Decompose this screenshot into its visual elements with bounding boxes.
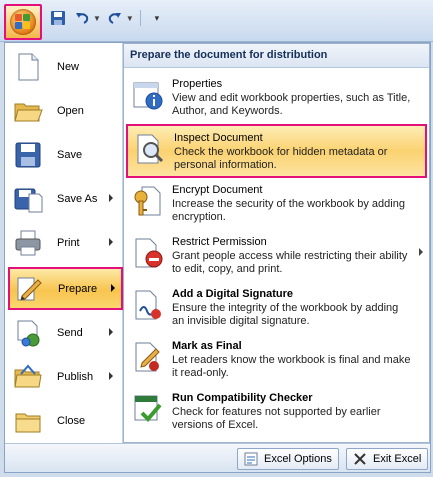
office-menu-footer: Excel Options Exit Excel [5, 443, 430, 472]
encrypt-key-icon [132, 185, 164, 217]
menu-item-label: Print [57, 237, 80, 249]
submenu-item-properties[interactable]: Properties View and edit workbook proper… [128, 72, 425, 122]
panel-header: Prepare the document for distribution [124, 44, 429, 68]
quick-access-toolbar: ▼ ▼ ▾ [0, 0, 433, 42]
submenu-item-restrict-permission[interactable]: Restrict Permission Grant people access … [128, 230, 425, 280]
submenu-arrow-icon [109, 328, 113, 336]
new-document-icon [13, 52, 43, 82]
submenu-item-description: Ensure the integrity of the workbook by … [172, 302, 399, 327]
menu-item-send[interactable]: Send [9, 313, 119, 353]
printer-icon [13, 228, 43, 258]
options-icon [244, 452, 258, 466]
submenu-item-title: Restrict Permission [172, 236, 267, 248]
submenu-arrow-icon [419, 248, 423, 256]
digital-signature-icon [132, 289, 164, 321]
submenu-item-title: Mark as Final [172, 340, 242, 352]
mark-final-icon [132, 341, 164, 373]
exit-excel-label: Exit Excel [373, 453, 422, 465]
office-button[interactable] [4, 4, 42, 40]
prepare-submenu-panel: Prepare the document for distribution Pr… [123, 43, 430, 443]
send-mail-icon [13, 318, 43, 348]
excel-options-label: Excel Options [264, 453, 332, 465]
submenu-item-inspect-document[interactable]: Inspect Document Check the workbook for … [126, 124, 427, 178]
menu-item-prepare[interactable]: Prepare [8, 267, 123, 310]
menu-item-close[interactable]: Close [9, 401, 119, 441]
close-folder-icon [13, 406, 43, 436]
menu-item-save[interactable]: Save [9, 135, 119, 175]
submenu-arrow-icon [109, 238, 113, 246]
save-icon[interactable] [48, 9, 68, 27]
exit-excel-button[interactable]: Exit Excel [346, 448, 429, 470]
prepare-pencil-icon [14, 274, 44, 304]
redo-dropdown-icon[interactable]: ▼ [126, 14, 134, 23]
submenu-item-description: Grant people access while restricting th… [172, 250, 408, 275]
excel-options-button[interactable]: Excel Options [237, 448, 339, 470]
office-menu-left-column: New Open Save Save As Print Prepare Send… [5, 43, 123, 443]
submenu-arrow-icon [109, 194, 113, 202]
office-menu: New Open Save Save As Print Prepare Send… [4, 42, 431, 473]
undo-icon[interactable] [72, 9, 92, 27]
menu-item-label: Save As [57, 193, 98, 205]
submenu-item-description: Increase the security of the workbook by… [172, 198, 405, 223]
menu-item-publish[interactable]: Publish [9, 357, 119, 397]
submenu-item-run-compatibility-checker[interactable]: Run Compatibility Checker Check for feat… [128, 386, 425, 436]
redo-icon[interactable] [105, 9, 125, 27]
submenu-item-encrypt-document[interactable]: Encrypt Document Increase the security o… [128, 178, 425, 228]
customize-qat-icon[interactable]: ▾ [147, 9, 167, 27]
qat-separator [139, 10, 141, 26]
menu-item-print[interactable]: Print [9, 223, 119, 263]
restrict-permission-icon [132, 237, 164, 269]
submenu-item-title: Run Compatibility Checker [172, 392, 313, 404]
undo-dropdown-icon[interactable]: ▼ [93, 14, 101, 23]
submenu-item-title: Inspect Document [174, 132, 263, 144]
menu-item-label: Send [57, 327, 83, 339]
inspect-document-icon [134, 133, 166, 165]
menu-item-new[interactable]: New [9, 47, 119, 87]
submenu-item-title: Add a Digital Signature [172, 288, 294, 300]
save-as-icon [13, 184, 43, 214]
submenu-item-add-digital-signature[interactable]: Add a Digital Signature Ensure the integ… [128, 282, 425, 332]
menu-item-label: Prepare [58, 282, 98, 295]
submenu-item-mark-as-final[interactable]: Mark as Final Let readers know the workb… [128, 334, 425, 384]
menu-item-open[interactable]: Open [9, 91, 119, 131]
menu-item-label: Save [57, 149, 83, 161]
submenu-item-description: Let readers know the workbook is final a… [172, 354, 411, 379]
properties-icon [132, 79, 164, 111]
submenu-item-description: View and edit workbook properties, such … [172, 92, 411, 117]
close-icon [353, 452, 367, 466]
office-button-icon [10, 9, 36, 35]
menu-item-save-as[interactable]: Save As [9, 179, 119, 219]
submenu-item-description: Check for features not supported by earl… [172, 406, 381, 431]
save-disk-icon [13, 140, 43, 170]
menu-item-label: Open [57, 105, 84, 117]
menu-item-label: Publish [57, 371, 94, 383]
submenu-item-description: Check the workbook for hidden metadata o… [174, 146, 388, 171]
submenu-item-title: Properties [172, 78, 223, 90]
compatibility-checker-icon [132, 393, 164, 425]
open-folder-icon [13, 96, 43, 126]
submenu-arrow-icon [111, 284, 115, 292]
submenu-item-title: Encrypt Document [172, 184, 263, 196]
publish-folder-icon [13, 362, 43, 392]
menu-item-label: New [57, 61, 80, 73]
menu-item-label: Close [57, 415, 86, 427]
submenu-arrow-icon [109, 372, 113, 380]
